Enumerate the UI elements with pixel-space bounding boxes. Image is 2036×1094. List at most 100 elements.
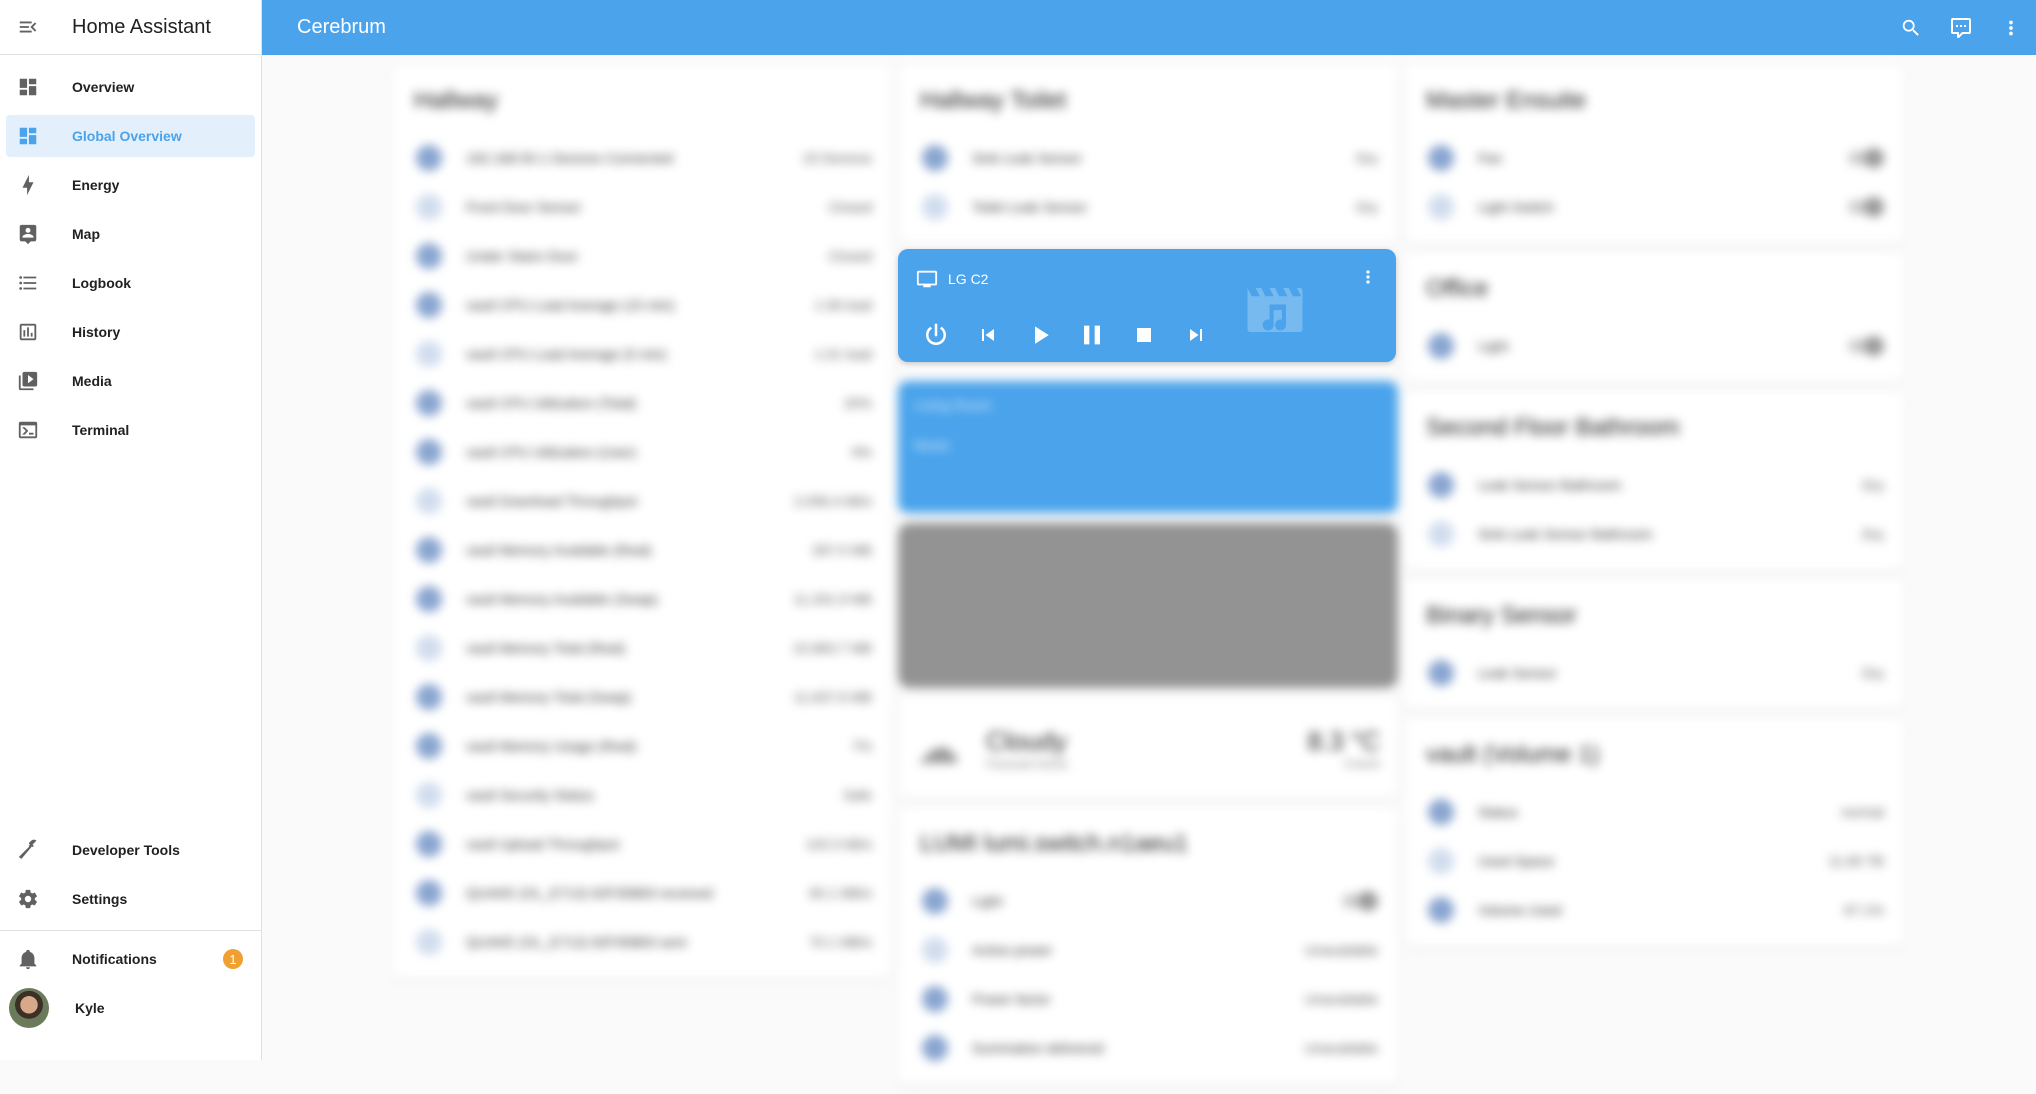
entity-state: 2,056.4 kB/s <box>794 493 872 509</box>
sidebar-item-overview[interactable]: Overview <box>6 66 255 108</box>
entity-row[interactable]: QUAKE (OL_E713) 92F35B83 sent70.1 MB/s <box>408 917 876 966</box>
entity-state: 7% <box>852 738 872 754</box>
sidebar-item-map[interactable]: Map <box>6 213 255 255</box>
entity-row[interactable]: Toilet Leak SensorDry <box>914 182 1382 231</box>
avatar <box>9 988 49 1028</box>
movie-music-icon <box>1242 282 1308 343</box>
entity-row[interactable]: Statusnormal <box>1420 787 1888 836</box>
sidebar-item-global-overview[interactable]: Global Overview <box>6 115 255 157</box>
media-player-name: Living Room <box>914 397 1382 413</box>
entity-state: 102.0 kB/s <box>806 836 872 852</box>
media-artwork-card <box>898 523 1398 688</box>
entity-row[interactable]: vault Security StatusSafe <box>408 770 876 819</box>
entity-row[interactable]: Used Space11.65 TB <box>1420 836 1888 885</box>
stop-button[interactable] <box>1118 315 1170 355</box>
entity-row[interactable]: Light <box>1420 321 1888 370</box>
entity-state: 23 Devices <box>803 150 872 166</box>
entity-row[interactable]: vault Memory Total (Real)15,983.7 MB <box>408 623 876 672</box>
entity-row[interactable]: vault CPU Load Average (15 min)1.06 load <box>408 280 876 329</box>
sidebar-item-terminal[interactable]: Terminal <box>6 409 255 451</box>
entity-row[interactable]: QUAKE (OL_E713) 92F35B83 received90.1 MB… <box>408 868 876 917</box>
entity-row[interactable]: vault CPU Utilization (Total)20% <box>408 378 876 427</box>
entity-row[interactable]: vault Memory Available (Real)267.0 MB <box>408 525 876 574</box>
entity-row[interactable]: Light <box>914 876 1382 925</box>
entity-name: Light Switch <box>1478 199 1848 215</box>
entity-name: Under Stairs Door <box>466 248 828 264</box>
entity-name: Active power <box>972 942 1305 958</box>
entity-row[interactable]: Volume Used67.1% <box>1420 885 1888 934</box>
skip-previous-icon <box>976 323 1000 347</box>
media-player-more-button[interactable] <box>1358 267 1378 292</box>
entity-row[interactable]: Front Door SensorClosed <box>408 182 876 231</box>
search-button[interactable] <box>1886 17 1936 39</box>
entity-row[interactable]: 192.168.50.1 Devices Connected23 Devices <box>408 133 876 182</box>
sidebar-item-media[interactable]: Media <box>6 360 255 402</box>
sidebar-item-label: Energy <box>72 177 119 193</box>
sidebar-item-logbook[interactable]: Logbook <box>6 262 255 304</box>
previous-track-button[interactable] <box>962 315 1014 355</box>
media-player-state: Music <box>914 437 1382 453</box>
entity-row[interactable]: vault Memory Usage (Real)7% <box>408 721 876 770</box>
entity-icon <box>416 831 442 857</box>
sidebar-bottom: Developer Tools Settings Notifications 1… <box>0 822 261 1036</box>
sidebar-item-settings[interactable]: Settings <box>6 878 255 920</box>
entity-toggle[interactable] <box>1848 339 1882 353</box>
entity-toggle[interactable] <box>1848 151 1882 165</box>
entity-name: vault CPU Load Average (15 min) <box>466 297 814 313</box>
sidebar-item-history[interactable]: History <box>6 311 255 353</box>
entity-row[interactable]: Sink Leak SensorDry <box>914 133 1382 182</box>
entity-row[interactable]: Summation deliveredUnavailable <box>914 1023 1382 1072</box>
entity-row[interactable]: Light Switch <box>1420 182 1888 231</box>
media-player-name: LG C2 <box>948 271 988 287</box>
entity-row[interactable]: Leak SensorDry <box>1420 648 1888 697</box>
entity-row[interactable]: vault CPU Utilization (User)9% <box>408 427 876 476</box>
weather-temperature: 8.3 °C <box>1307 726 1380 757</box>
entity-row[interactable]: vault Memory Total (Swap)11,637.6 MB <box>408 672 876 721</box>
dots-vertical-icon <box>2000 17 2022 39</box>
hammer-icon <box>6 839 50 861</box>
entity-row[interactable]: vault CPU Load Average (5 min)1.01 load <box>408 329 876 378</box>
entity-state: 67.1% <box>1844 902 1884 918</box>
entity-icon <box>1428 521 1454 547</box>
entity-row[interactable]: Power factorUnavailable <box>914 974 1382 1023</box>
menu-collapse-button[interactable] <box>0 16 56 38</box>
column-1: Hallway 192.168.50.1 Devices Connected23… <box>392 65 892 988</box>
entity-row[interactable]: Active powerUnavailable <box>914 925 1382 974</box>
entity-state: Safe <box>843 787 872 803</box>
entity-row[interactable]: Under Stairs DoorClosed <box>408 231 876 280</box>
power-button[interactable] <box>910 315 962 355</box>
entity-toggle[interactable] <box>1848 200 1882 214</box>
entity-name: Light <box>1478 338 1848 354</box>
overflow-menu-button[interactable] <box>1986 17 2036 39</box>
user-name: Kyle <box>75 1000 105 1016</box>
entity-row[interactable]: Sink Leak Sensor BathroomDry <box>1420 509 1888 558</box>
entity-state: Dry <box>1862 665 1884 681</box>
entity-row[interactable]: vault Download Throughput2,056.4 kB/s <box>408 476 876 525</box>
sidebar-item-profile[interactable]: Kyle <box>6 987 255 1029</box>
next-track-button[interactable] <box>1170 315 1222 355</box>
entity-row[interactable]: Leak Sensor BathroomDry <box>1420 460 1888 509</box>
entity-icon <box>416 635 442 661</box>
sidebar-item-developer-tools[interactable]: Developer Tools <box>6 829 255 871</box>
pause-button[interactable] <box>1066 315 1118 355</box>
entity-row[interactable]: vault Upload Throughput102.0 kB/s <box>408 819 876 868</box>
card-title: Office <box>1426 275 1888 303</box>
entity-toggle[interactable] <box>1342 894 1376 908</box>
entity-name: Front Door Sensor <box>466 199 828 215</box>
entity-state: 20% <box>844 395 872 411</box>
sidebar-item-energy[interactable]: Energy <box>6 164 255 206</box>
sidebar-nav: Overview Global Overview Energy Map Logb… <box>0 55 261 451</box>
entity-state: 15,983.7 MB <box>793 640 872 656</box>
entity-row[interactable]: Fan <box>1420 133 1888 182</box>
sidebar-item-label: Media <box>72 373 112 389</box>
assist-button[interactable] <box>1936 16 1986 40</box>
entities-card: Binary SensorLeak SensorDry <box>1404 580 1904 709</box>
entity-row[interactable]: vault Memory Available (Swap)11,331.9 MB <box>408 574 876 623</box>
entity-icon <box>416 488 442 514</box>
sidebar-item-notifications[interactable]: Notifications 1 <box>6 938 255 980</box>
entity-name: QUAKE (OL_E713) 92F35B83 sent <box>466 934 809 950</box>
search-icon <box>1900 17 1922 39</box>
sidebar-item-label: History <box>72 324 120 340</box>
play-button[interactable] <box>1014 315 1066 355</box>
entity-icon <box>922 937 948 963</box>
